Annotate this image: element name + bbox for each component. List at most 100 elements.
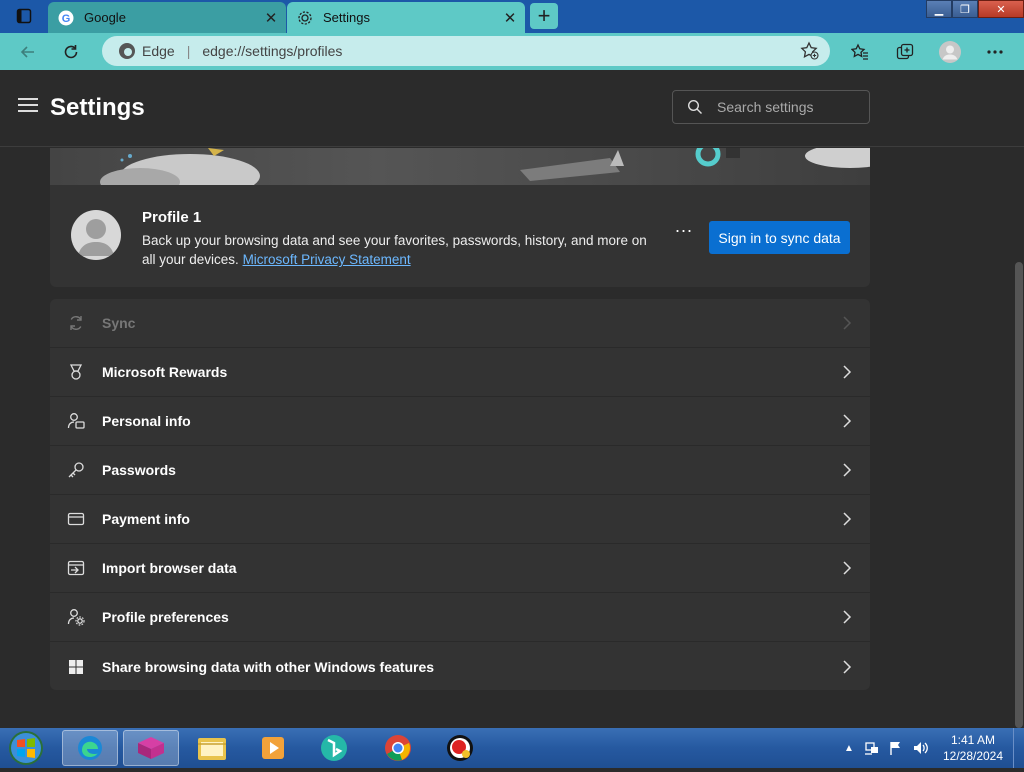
page-title: Settings (50, 94, 145, 121)
svg-text:G: G (62, 13, 71, 25)
windows-logo-icon (66, 657, 86, 677)
chevron-right-icon (843, 659, 852, 674)
favorites-icon[interactable] (847, 40, 873, 64)
menu-item-label: Import browser data (102, 560, 237, 576)
recorder-icon (447, 735, 473, 761)
menu-item-label: Profile preferences (102, 609, 229, 625)
privacy-statement-link[interactable]: Microsoft Privacy Statement (243, 252, 411, 267)
menu-item-profile-preferences[interactable]: Profile preferences (50, 593, 870, 642)
system-tray: ▲ (844, 728, 930, 768)
search-box[interactable] (672, 90, 870, 124)
taskbar-bing[interactable] (306, 730, 362, 766)
tab-label: Settings (323, 10, 370, 25)
taskbar-file-explorer[interactable] (184, 730, 240, 766)
chevron-right-icon (843, 561, 852, 575)
refresh-icon[interactable] (57, 39, 85, 65)
profile-settings-list: Sync Microsoft Rewards Personal info Pas… (50, 299, 870, 690)
settings-content: Profile 1 Back up your browsing data and… (0, 148, 1024, 728)
sign-in-sync-button[interactable]: Sign in to sync data (709, 221, 850, 254)
separator: | (186, 43, 191, 59)
profile-preferences-icon (66, 607, 86, 627)
edge-icon (78, 736, 102, 760)
chrome-icon (385, 735, 411, 761)
profile-name: Profile 1 (142, 209, 202, 226)
menu-item-label: Share browsing data with other Windows f… (102, 658, 435, 675)
tab-actions-icon[interactable] (8, 5, 40, 27)
user-icon (78, 219, 114, 256)
chevron-right-icon (843, 365, 852, 379)
menu-item-microsoft-rewards[interactable]: Microsoft Rewards (50, 348, 870, 397)
chevron-right-icon (843, 316, 852, 330)
bing-icon (321, 735, 347, 761)
restore-button[interactable]: ❐ (952, 0, 978, 18)
rewards-medal-icon (66, 362, 86, 382)
more-menu-icon[interactable] (982, 40, 1008, 64)
taskbar: ▲ 1:41 AM 12/28/2024 (0, 728, 1024, 768)
taskbar-recorder[interactable] (432, 730, 488, 766)
url-text[interactable]: edge://settings/profiles (202, 43, 800, 59)
avatar (71, 210, 121, 260)
start-button[interactable] (6, 729, 46, 767)
key-icon (66, 460, 86, 480)
menu-item-label: Microsoft Rewards (102, 364, 228, 380)
minimize-button[interactable]: ▁ (926, 0, 952, 18)
address-bar[interactable]: Edge | edge://settings/profiles (102, 36, 830, 66)
taskbar-winrar[interactable] (123, 730, 179, 766)
profile-card: Profile 1 Back up your browsing data and… (50, 185, 870, 287)
taskbar-media-player[interactable] (245, 730, 301, 766)
new-tab-button[interactable]: + (530, 3, 558, 29)
sync-icon (66, 313, 86, 333)
menu-item-label: Passwords (102, 462, 176, 478)
site-label: Edge (142, 43, 175, 59)
edge-icon (119, 43, 135, 59)
window-controls: ▁ ❐ ✕ (926, 0, 1024, 18)
profile-banner-image (50, 148, 870, 185)
browser-toolbar: Edge | edge://settings/profiles (0, 33, 1024, 70)
profile-avatar-icon[interactable] (937, 40, 963, 64)
hamburger-menu-icon[interactable] (18, 98, 38, 114)
chevron-right-icon (843, 414, 852, 428)
taskbar-edge[interactable] (62, 730, 118, 766)
profile-description: Back up your browsing data and see your … (142, 231, 652, 269)
collections-icon[interactable] (892, 40, 918, 64)
winrar-icon (138, 737, 164, 759)
import-icon (66, 558, 86, 578)
clock-time: 1:41 AM (950, 733, 996, 747)
volume-icon[interactable] (912, 740, 930, 756)
personal-info-icon (66, 411, 86, 431)
menu-item-sync[interactable]: Sync (50, 299, 870, 348)
menu-item-import-browser-data[interactable]: Import browser data (50, 544, 870, 593)
title-bar: G Google ✕ Settings ✕ + ▁ ❐ ✕ (0, 0, 1024, 33)
menu-item-label: Sync (102, 315, 136, 331)
more-options-button[interactable]: ... (672, 217, 696, 241)
file-explorer-icon (198, 738, 226, 760)
search-input[interactable] (717, 99, 867, 115)
credit-card-icon (66, 509, 86, 529)
add-favorite-icon[interactable] (800, 41, 820, 61)
settings-header: Settings (0, 70, 1024, 147)
menu-item-payment-info[interactable]: Payment info (50, 495, 870, 544)
back-arrow-icon[interactable] (14, 39, 42, 65)
menu-item-personal-info[interactable]: Personal info (50, 397, 870, 446)
menu-item-passwords[interactable]: Passwords (50, 446, 870, 495)
close-window-button[interactable]: ✕ (978, 0, 1024, 18)
menu-item-label: Payment info (102, 511, 190, 527)
menu-item-share-browsing-data[interactable]: Share browsing data with other Windows f… (50, 642, 870, 690)
clock[interactable]: 1:41 AM 12/28/2024 (938, 732, 1008, 764)
chevron-right-icon (843, 463, 852, 477)
network-icon[interactable] (864, 740, 880, 756)
tray-expand-icon[interactable]: ▲ (844, 743, 854, 754)
clock-date: 12/28/2024 (942, 749, 1004, 763)
close-tab-icon[interactable]: ✕ (260, 9, 282, 27)
scrollbar[interactable] (1015, 262, 1023, 728)
media-player-icon (262, 737, 284, 759)
show-desktop-button[interactable] (1013, 728, 1024, 768)
taskbar-chrome[interactable] (370, 730, 426, 766)
chevron-right-icon (843, 610, 852, 624)
search-icon (687, 99, 702, 114)
tab-settings[interactable]: Settings ✕ (287, 2, 525, 33)
google-icon: G (58, 10, 74, 26)
action-center-flag-icon[interactable] (888, 740, 904, 756)
tab-google[interactable]: G Google ✕ (48, 2, 286, 33)
close-tab-icon[interactable]: ✕ (499, 9, 521, 27)
